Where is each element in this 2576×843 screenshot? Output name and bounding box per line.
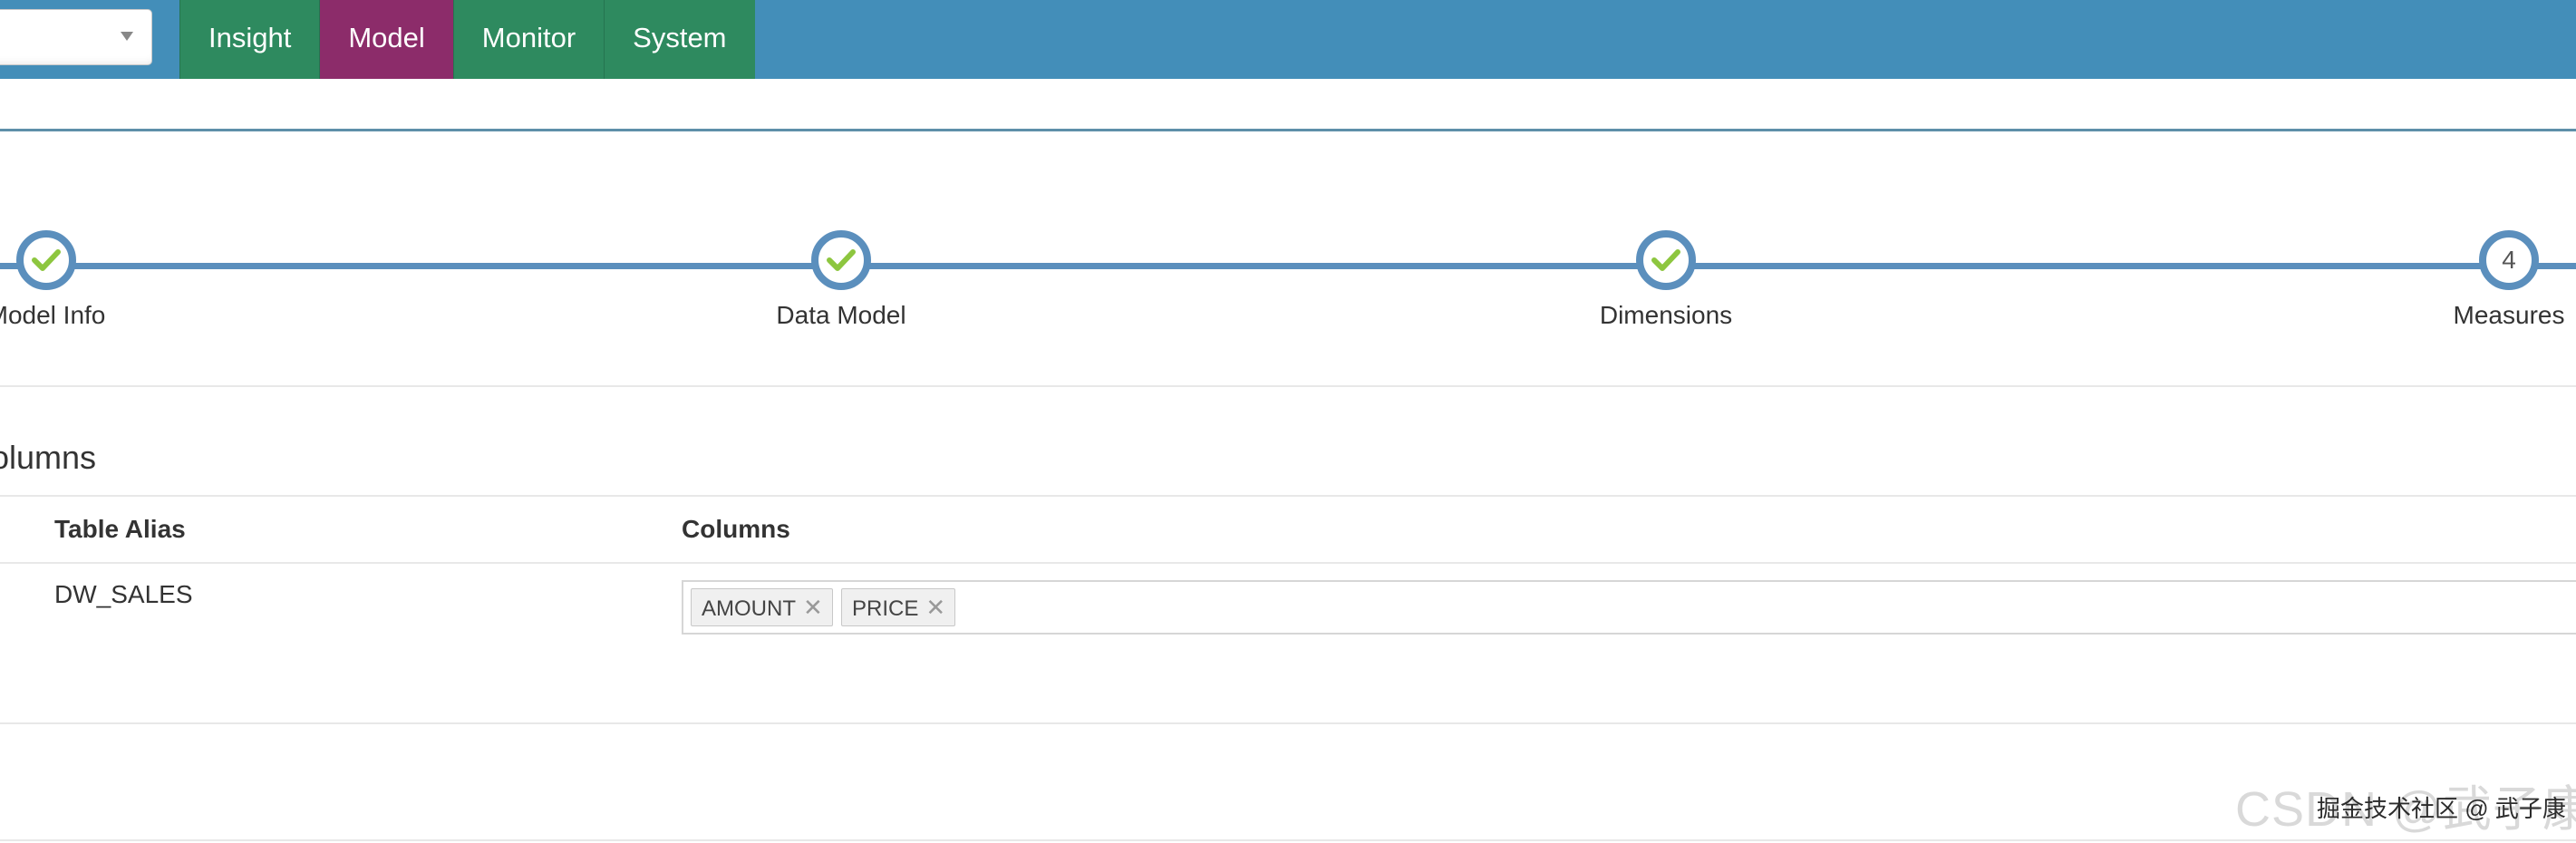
section-divider bbox=[0, 385, 2576, 387]
table-header-border bbox=[0, 562, 2576, 564]
remove-tag-icon[interactable]: ✕ bbox=[925, 594, 945, 621]
header-divider bbox=[0, 129, 2576, 131]
table-top-border bbox=[0, 495, 2576, 497]
table-alias-cell: DW_SALES bbox=[54, 580, 193, 608]
nav-tab-monitor[interactable]: Monitor bbox=[452, 0, 605, 79]
wizard-step-model-info[interactable]: Model Info bbox=[0, 230, 155, 330]
step-circle bbox=[16, 230, 76, 290]
model-wizard: Model Info Data Model Dimensions 4 Measu… bbox=[0, 218, 2576, 344]
step-number: 4 bbox=[2502, 246, 2516, 274]
wizard-step-measures[interactable]: 4 Measures bbox=[2400, 230, 2576, 330]
caret-down-icon bbox=[121, 32, 133, 41]
section-title: olumns bbox=[0, 439, 97, 476]
column-tag-amount: AMOUNT ✕ bbox=[691, 588, 833, 626]
check-icon bbox=[32, 249, 61, 271]
column-header-table-alias: Table Alias bbox=[54, 515, 186, 543]
project-select[interactable] bbox=[0, 9, 152, 65]
column-header-columns: Columns bbox=[682, 515, 790, 543]
juejin-watermark: 掘金技术社区 @ 武子康 bbox=[2317, 795, 2566, 822]
step-circle: 4 bbox=[2479, 230, 2539, 290]
wizard-step-dimensions[interactable]: Dimensions bbox=[1557, 230, 1775, 330]
step-label: Data Model bbox=[776, 301, 906, 329]
step-label: Model Info bbox=[0, 301, 106, 329]
nav-tab-system[interactable]: System bbox=[604, 0, 755, 79]
nav-tab-insight[interactable]: Insight bbox=[179, 0, 320, 79]
check-icon bbox=[827, 249, 856, 271]
table-bottom-border bbox=[0, 722, 2576, 724]
check-icon bbox=[1651, 249, 1680, 271]
column-tag-price: PRICE ✕ bbox=[841, 588, 956, 626]
step-circle bbox=[811, 230, 871, 290]
tag-label: PRICE bbox=[852, 596, 919, 621]
wizard-progress-line bbox=[0, 263, 2576, 269]
step-label: Dimensions bbox=[1599, 301, 1733, 329]
columns-tag-input[interactable]: AMOUNT ✕ PRICE ✕ bbox=[682, 580, 2576, 635]
page-bottom-border bbox=[0, 839, 2576, 841]
nav-tab-model[interactable]: Model bbox=[319, 0, 453, 79]
step-label: Measures bbox=[2453, 301, 2565, 329]
step-circle bbox=[1636, 230, 1696, 290]
nav-tabs: Insight Model Monitor System bbox=[179, 0, 755, 79]
top-navbar: Insight Model Monitor System bbox=[0, 0, 2576, 79]
remove-tag-icon[interactable]: ✕ bbox=[803, 594, 823, 621]
tag-label: AMOUNT bbox=[702, 596, 796, 621]
wizard-step-data-model[interactable]: Data Model bbox=[732, 230, 950, 330]
